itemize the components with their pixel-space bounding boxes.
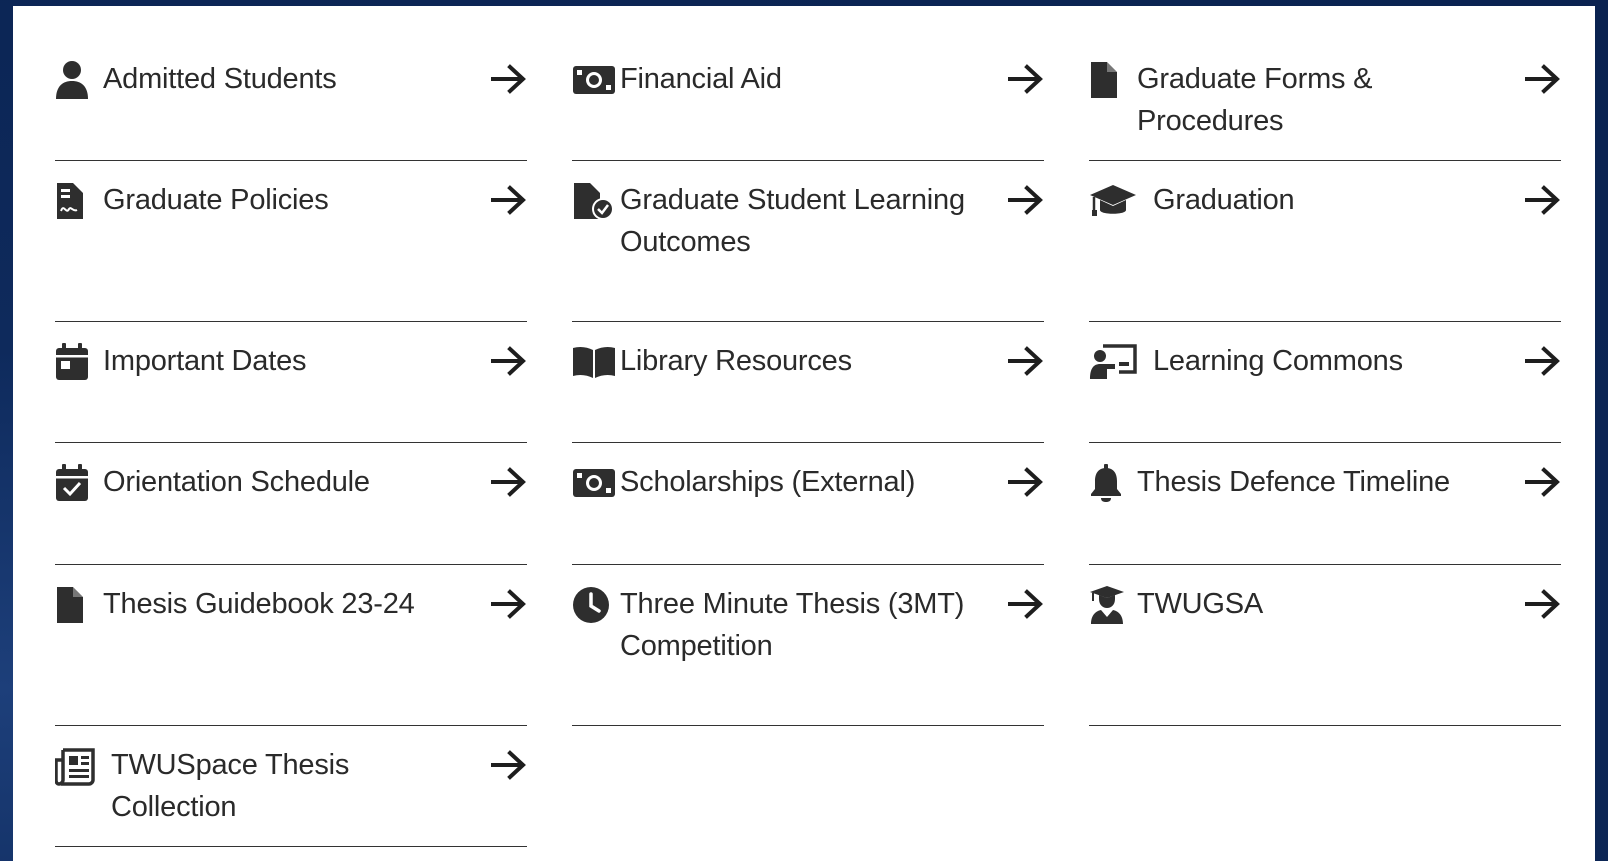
arrow-right-icon <box>491 750 527 780</box>
link-important-dates[interactable]: Important Dates <box>55 322 527 443</box>
arrow-right-icon <box>491 64 527 94</box>
link-admitted-students[interactable]: Admitted Students <box>55 40 527 161</box>
link-graduate-policies[interactable]: Graduate Policies <box>55 161 527 322</box>
user-icon <box>55 58 103 102</box>
calendar-icon <box>55 340 103 384</box>
link-label: Thesis Guidebook 23-24 <box>103 588 415 620</box>
resource-links-grid: Admitted Students Financial Aid Graduate… <box>55 40 1575 848</box>
calendar-check-icon <box>55 461 103 505</box>
link-label: Thesis Defence Timeline <box>1137 466 1450 498</box>
arrow-right-icon <box>1525 346 1561 376</box>
arrow-right-icon <box>491 185 527 215</box>
link-graduation[interactable]: Graduation <box>1089 161 1561 322</box>
arrow-right-icon <box>1008 589 1044 619</box>
link-learning-commons[interactable]: Learning Commons <box>1089 322 1561 443</box>
link-label: Three Minute Thesis (3MT) Competition <box>620 588 965 662</box>
arrow-right-icon <box>491 589 527 619</box>
link-three-minute-thesis[interactable]: Three Minute Thesis (3MT) Competition <box>572 565 1044 726</box>
arrow-right-icon <box>1525 589 1561 619</box>
arrow-right-icon <box>1008 185 1044 215</box>
arrow-right-icon <box>491 467 527 497</box>
link-label: Financial Aid <box>620 63 782 95</box>
clock-icon <box>572 583 620 627</box>
graduation-cap-icon <box>1089 179 1153 223</box>
arrow-right-icon <box>1008 346 1044 376</box>
book-open-icon <box>572 340 620 384</box>
link-twuspace-thesis-collection[interactable]: TWUSpace Thesis Collection <box>55 726 527 847</box>
arrow-right-icon <box>1525 467 1561 497</box>
money-bill-icon <box>572 461 620 505</box>
link-thesis-guidebook[interactable]: Thesis Guidebook 23-24 <box>55 565 527 726</box>
link-label: Graduate Policies <box>103 184 329 216</box>
link-label: Graduate Student Learning Outcomes <box>620 184 965 258</box>
file-check-icon <box>572 179 620 223</box>
link-graduate-forms-procedures[interactable]: Graduate Forms & Procedures <box>1089 40 1561 161</box>
link-label: TWUGSA <box>1137 588 1264 620</box>
link-library-resources[interactable]: Library Resources <box>572 322 1044 443</box>
chalkboard-teacher-icon <box>1089 340 1153 384</box>
link-thesis-defence-timeline[interactable]: Thesis Defence Timeline <box>1089 443 1561 565</box>
link-orientation-schedule[interactable]: Orientation Schedule <box>55 443 527 565</box>
file-signature-icon <box>55 179 103 223</box>
link-label: Important Dates <box>103 345 307 377</box>
arrow-right-icon <box>1008 467 1044 497</box>
arrow-right-icon <box>1525 64 1561 94</box>
empty-cell <box>572 726 1044 848</box>
link-label: Graduate Forms & Procedures <box>1137 63 1373 137</box>
link-label: TWUSpace Thesis Collection <box>111 749 350 823</box>
link-label: Learning Commons <box>1153 345 1403 377</box>
link-label: Scholarships (External) <box>620 466 916 498</box>
link-scholarships-external[interactable]: Scholarships (External) <box>572 443 1044 565</box>
link-label: Orientation Schedule <box>103 466 370 498</box>
bell-icon <box>1089 461 1137 505</box>
file-icon <box>1089 58 1137 102</box>
empty-cell <box>1089 726 1561 848</box>
link-twugsa[interactable]: TWUGSA <box>1089 565 1561 726</box>
resource-links-panel: Admitted Students Financial Aid Graduate… <box>13 6 1595 861</box>
link-graduate-student-learning-outcomes[interactable]: Graduate Student Learning Outcomes <box>572 161 1044 322</box>
link-financial-aid[interactable]: Financial Aid <box>572 40 1044 161</box>
link-label: Library Resources <box>620 345 852 377</box>
user-graduate-icon <box>1089 583 1137 627</box>
arrow-right-icon <box>1008 64 1044 94</box>
newspaper-icon <box>55 744 111 788</box>
arrow-right-icon <box>1525 185 1561 215</box>
link-label: Graduation <box>1153 184 1295 216</box>
file-icon <box>55 583 103 627</box>
link-label: Admitted Students <box>103 63 337 95</box>
money-bill-icon <box>572 58 620 102</box>
arrow-right-icon <box>491 346 527 376</box>
